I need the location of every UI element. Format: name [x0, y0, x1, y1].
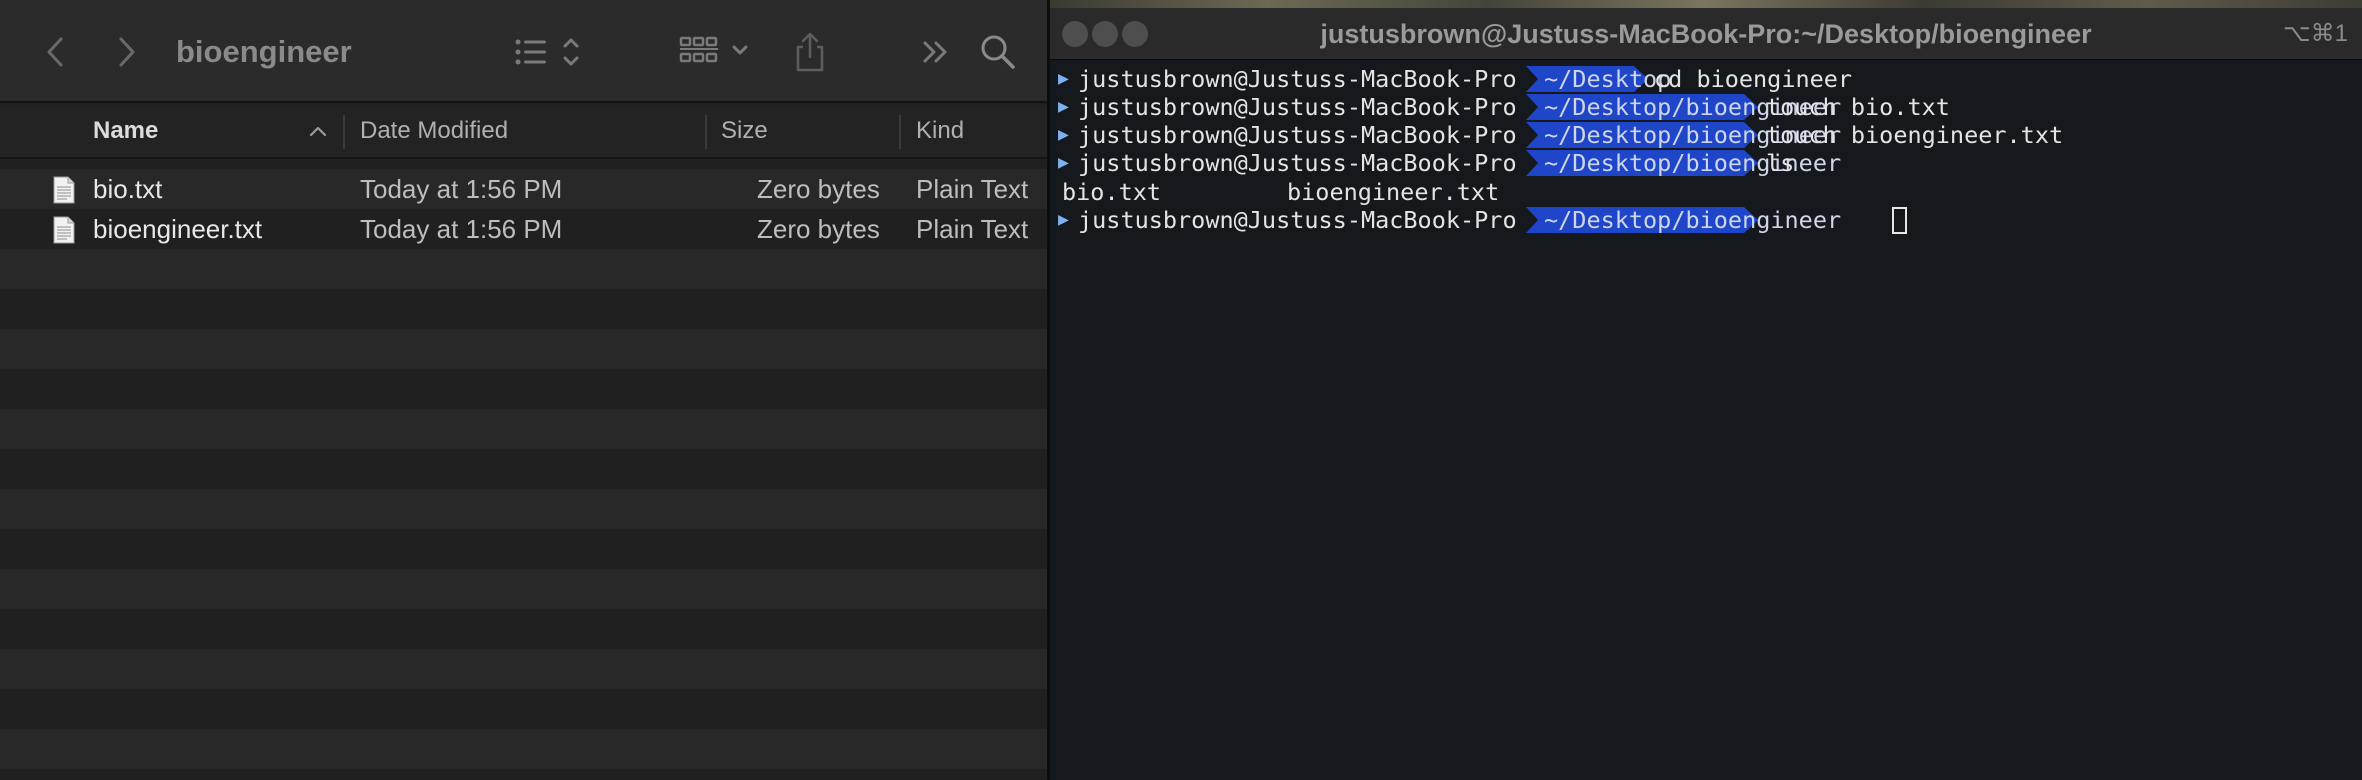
file-date: Today at 1:56 PM [360, 214, 563, 244]
prompt-caret-icon: ▶ [1058, 68, 1069, 89]
row-stripe [0, 449, 1050, 489]
row-stripe [0, 569, 1050, 609]
column-name[interactable]: Name [93, 105, 158, 157]
file-size: Zero bytes [757, 214, 880, 244]
column-kind[interactable]: Kind [916, 105, 964, 157]
row-stripe [0, 249, 1050, 289]
terminal-window: justusbrown@Justuss-MacBook-Pro:~/Deskto… [1050, 0, 2362, 780]
file-name: bio.txt [93, 174, 163, 204]
column-date-modified[interactable]: Date Modified [360, 105, 508, 157]
text-document-icon [52, 176, 76, 209]
terminal-titlebar: justusbrown@Justuss-MacBook-Pro:~/Deskto… [1050, 8, 2362, 60]
prompt-user: justusbrown@Justuss-MacBook-Pro [1078, 206, 1517, 234]
share-icon[interactable] [790, 30, 830, 74]
file-kind: Plain Text [916, 174, 1029, 204]
row-stripe [0, 369, 1050, 409]
file-row[interactable]: bio.txt Today at 1:56 PM Zero bytes Plai… [0, 169, 1050, 209]
prompt-path: ~/Desktop [1544, 65, 1672, 93]
tab-shortcut: ⌥⌘1 [2282, 20, 2348, 47]
row-stripe [0, 529, 1050, 569]
file-row[interactable]: bioengineer.txt Today at 1:56 PM Zero by… [0, 209, 1050, 249]
row-stripe [0, 409, 1050, 449]
window-title: bioengineer [176, 34, 352, 69]
row-stripe [0, 649, 1050, 689]
column-divider[interactable] [899, 115, 901, 149]
command-text: cd bioengineer [1654, 65, 1853, 93]
terminal-title: justusbrown@Justuss-MacBook-Pro:~/Deskto… [1320, 19, 2092, 49]
text-document-icon [52, 216, 76, 249]
prompt-line: ▶ justusbrown@Justuss-MacBook-Pro ~/Desk… [1050, 149, 2362, 177]
file-size: Zero bytes [757, 174, 880, 204]
terminal-content[interactable]: ▶ justusbrown@Justuss-MacBook-Pro ~/Desk… [1050, 62, 2362, 780]
column-size[interactable]: Size [721, 105, 768, 157]
command-output: bio.txt bioengineer.txt [1050, 178, 2362, 206]
finder-window: bioengineer Name Date Modified Size Kind… [0, 0, 1050, 780]
list-view-icon[interactable] [512, 30, 586, 74]
prompt-path: ~/Desktop/bioengineer [1544, 206, 1842, 234]
row-stripe [0, 289, 1050, 329]
forward-chevron-icon[interactable] [110, 30, 144, 74]
command-text: touch bioengineer.txt [1766, 121, 2064, 149]
row-stripe [0, 729, 1050, 769]
prompt-line: ▶ justusbrown@Justuss-MacBook-Pro ~/Desk… [1050, 65, 2362, 93]
row-stripe [0, 689, 1050, 729]
desktop-wallpaper-strip [1050, 0, 2362, 8]
row-stripe [0, 609, 1050, 649]
prompt-line: ▶ justusbrown@Justuss-MacBook-Pro ~/Desk… [1050, 93, 2362, 121]
command-text: ls [1766, 149, 1795, 177]
back-chevron-icon[interactable] [38, 30, 72, 74]
output-item: bio.txt [1062, 178, 1162, 206]
file-name: bioengineer.txt [93, 214, 263, 244]
prompt-user: justusbrown@Justuss-MacBook-Pro [1078, 121, 1517, 149]
prompt-user: justusbrown@Justuss-MacBook-Pro [1078, 65, 1517, 93]
column-header-bar: Name Date Modified Size Kind [0, 105, 1050, 159]
prompt-line: ▶ justusbrown@Justuss-MacBook-Pro ~/Desk… [1050, 121, 2362, 149]
column-divider[interactable] [705, 115, 707, 149]
file-date: Today at 1:56 PM [360, 174, 563, 204]
output-item: bioengineer.txt [1287, 178, 1500, 206]
prompt-user: justusbrown@Justuss-MacBook-Pro [1078, 149, 1517, 177]
file-kind: Plain Text [916, 214, 1029, 244]
row-stripe [0, 329, 1050, 369]
text-cursor [1892, 207, 1907, 234]
search-icon[interactable] [978, 30, 1018, 74]
group-grid-icon[interactable] [678, 30, 752, 74]
more-double-chevron-icon[interactable] [918, 30, 954, 74]
prompt-path: ~/Desktop/bioengineer [1544, 149, 1842, 177]
prompt-line-current: ▶ justusbrown@Justuss-MacBook-Pro ~/Desk… [1050, 206, 2362, 234]
prompt-caret-icon: ▶ [1058, 209, 1069, 230]
finder-toolbar: bioengineer [0, 0, 1050, 103]
row-stripe [0, 489, 1050, 529]
prompt-user: justusbrown@Justuss-MacBook-Pro [1078, 93, 1517, 121]
column-divider[interactable] [343, 115, 345, 149]
file-list: bio.txt Today at 1:56 PM Zero bytes Plai… [0, 159, 1050, 780]
prompt-caret-icon: ▶ [1058, 124, 1069, 145]
prompt-caret-icon: ▶ [1058, 96, 1069, 117]
command-text: touch bio.txt [1766, 93, 1950, 121]
prompt-caret-icon: ▶ [1058, 152, 1069, 173]
sort-ascending-icon[interactable] [308, 105, 328, 157]
